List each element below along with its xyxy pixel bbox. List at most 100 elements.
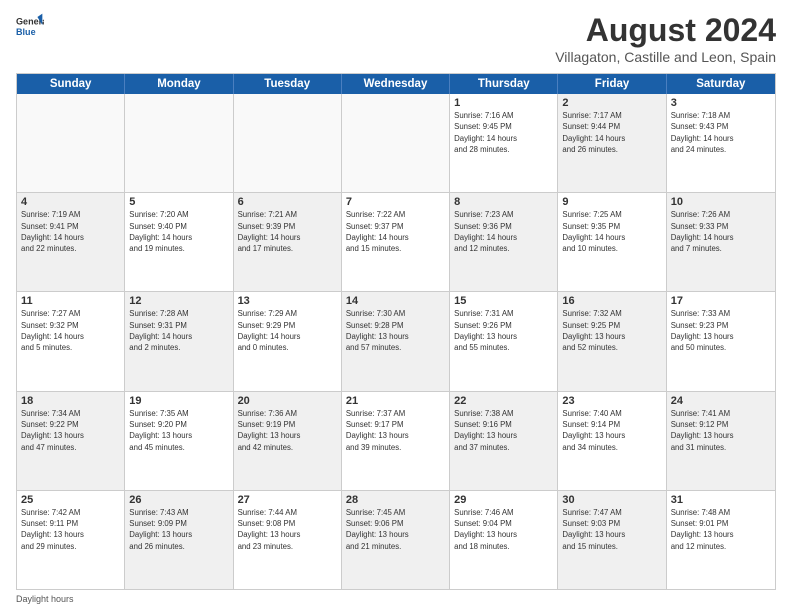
day-info: Sunrise: 7:26 AM Sunset: 9:33 PM Dayligh… bbox=[671, 209, 771, 254]
cal-cell: 17Sunrise: 7:33 AM Sunset: 9:23 PM Dayli… bbox=[667, 292, 775, 390]
day-number: 16 bbox=[562, 295, 661, 307]
day-number: 31 bbox=[671, 494, 771, 506]
header-day-wednesday: Wednesday bbox=[342, 74, 450, 94]
day-number: 15 bbox=[454, 295, 553, 307]
cal-cell: 29Sunrise: 7:46 AM Sunset: 9:04 PM Dayli… bbox=[450, 491, 558, 589]
day-info: Sunrise: 7:42 AM Sunset: 9:11 PM Dayligh… bbox=[21, 507, 120, 552]
cal-week-1: 1Sunrise: 7:16 AM Sunset: 9:45 PM Daylig… bbox=[17, 94, 775, 193]
day-number: 2 bbox=[562, 97, 661, 109]
day-info: Sunrise: 7:44 AM Sunset: 9:08 PM Dayligh… bbox=[238, 507, 337, 552]
cal-week-2: 4Sunrise: 7:19 AM Sunset: 9:41 PM Daylig… bbox=[17, 193, 775, 292]
cal-cell bbox=[342, 94, 450, 192]
day-number: 20 bbox=[238, 395, 337, 407]
footer: Daylight hours bbox=[16, 594, 776, 604]
main-title: August 2024 bbox=[555, 12, 776, 49]
day-info: Sunrise: 7:48 AM Sunset: 9:01 PM Dayligh… bbox=[671, 507, 771, 552]
day-number: 13 bbox=[238, 295, 337, 307]
calendar-header-row: SundayMondayTuesdayWednesdayThursdayFrid… bbox=[17, 74, 775, 94]
day-number: 25 bbox=[21, 494, 120, 506]
cal-cell: 8Sunrise: 7:23 AM Sunset: 9:36 PM Daylig… bbox=[450, 193, 558, 291]
cal-cell: 6Sunrise: 7:21 AM Sunset: 9:39 PM Daylig… bbox=[234, 193, 342, 291]
cal-cell: 7Sunrise: 7:22 AM Sunset: 9:37 PM Daylig… bbox=[342, 193, 450, 291]
day-number: 7 bbox=[346, 196, 445, 208]
cal-cell: 30Sunrise: 7:47 AM Sunset: 9:03 PM Dayli… bbox=[558, 491, 666, 589]
logo: GeneralBlue bbox=[16, 12, 44, 40]
day-info: Sunrise: 7:33 AM Sunset: 9:23 PM Dayligh… bbox=[671, 308, 771, 353]
day-info: Sunrise: 7:40 AM Sunset: 9:14 PM Dayligh… bbox=[562, 408, 661, 453]
cal-cell: 1Sunrise: 7:16 AM Sunset: 9:45 PM Daylig… bbox=[450, 94, 558, 192]
day-number: 9 bbox=[562, 196, 661, 208]
day-number: 19 bbox=[129, 395, 228, 407]
day-info: Sunrise: 7:45 AM Sunset: 9:06 PM Dayligh… bbox=[346, 507, 445, 552]
calendar-body: 1Sunrise: 7:16 AM Sunset: 9:45 PM Daylig… bbox=[17, 94, 775, 589]
cal-cell: 13Sunrise: 7:29 AM Sunset: 9:29 PM Dayli… bbox=[234, 292, 342, 390]
day-info: Sunrise: 7:31 AM Sunset: 9:26 PM Dayligh… bbox=[454, 308, 553, 353]
cal-cell: 22Sunrise: 7:38 AM Sunset: 9:16 PM Dayli… bbox=[450, 392, 558, 490]
day-info: Sunrise: 7:35 AM Sunset: 9:20 PM Dayligh… bbox=[129, 408, 228, 453]
cal-week-5: 25Sunrise: 7:42 AM Sunset: 9:11 PM Dayli… bbox=[17, 491, 775, 589]
cal-cell: 14Sunrise: 7:30 AM Sunset: 9:28 PM Dayli… bbox=[342, 292, 450, 390]
cal-cell: 25Sunrise: 7:42 AM Sunset: 9:11 PM Dayli… bbox=[17, 491, 125, 589]
day-info: Sunrise: 7:43 AM Sunset: 9:09 PM Dayligh… bbox=[129, 507, 228, 552]
day-info: Sunrise: 7:38 AM Sunset: 9:16 PM Dayligh… bbox=[454, 408, 553, 453]
day-number: 10 bbox=[671, 196, 771, 208]
day-info: Sunrise: 7:28 AM Sunset: 9:31 PM Dayligh… bbox=[129, 308, 228, 353]
day-number: 27 bbox=[238, 494, 337, 506]
cal-cell: 31Sunrise: 7:48 AM Sunset: 9:01 PM Dayli… bbox=[667, 491, 775, 589]
calendar: SundayMondayTuesdayWednesdayThursdayFrid… bbox=[16, 73, 776, 590]
day-info: Sunrise: 7:25 AM Sunset: 9:35 PM Dayligh… bbox=[562, 209, 661, 254]
cal-cell: 28Sunrise: 7:45 AM Sunset: 9:06 PM Dayli… bbox=[342, 491, 450, 589]
cal-cell: 11Sunrise: 7:27 AM Sunset: 9:32 PM Dayli… bbox=[17, 292, 125, 390]
day-number: 30 bbox=[562, 494, 661, 506]
header-day-thursday: Thursday bbox=[450, 74, 558, 94]
day-info: Sunrise: 7:19 AM Sunset: 9:41 PM Dayligh… bbox=[21, 209, 120, 254]
cal-cell bbox=[17, 94, 125, 192]
page: GeneralBlue August 2024 Villagaton, Cast… bbox=[0, 0, 792, 612]
day-number: 28 bbox=[346, 494, 445, 506]
day-info: Sunrise: 7:18 AM Sunset: 9:43 PM Dayligh… bbox=[671, 110, 771, 155]
day-info: Sunrise: 7:27 AM Sunset: 9:32 PM Dayligh… bbox=[21, 308, 120, 353]
day-number: 17 bbox=[671, 295, 771, 307]
day-info: Sunrise: 7:17 AM Sunset: 9:44 PM Dayligh… bbox=[562, 110, 661, 155]
day-info: Sunrise: 7:46 AM Sunset: 9:04 PM Dayligh… bbox=[454, 507, 553, 552]
cal-cell: 26Sunrise: 7:43 AM Sunset: 9:09 PM Dayli… bbox=[125, 491, 233, 589]
day-info: Sunrise: 7:32 AM Sunset: 9:25 PM Dayligh… bbox=[562, 308, 661, 353]
cal-cell: 5Sunrise: 7:20 AM Sunset: 9:40 PM Daylig… bbox=[125, 193, 233, 291]
day-number: 24 bbox=[671, 395, 771, 407]
day-info: Sunrise: 7:29 AM Sunset: 9:29 PM Dayligh… bbox=[238, 308, 337, 353]
logo-icon: GeneralBlue bbox=[16, 12, 44, 40]
day-info: Sunrise: 7:34 AM Sunset: 9:22 PM Dayligh… bbox=[21, 408, 120, 453]
day-info: Sunrise: 7:37 AM Sunset: 9:17 PM Dayligh… bbox=[346, 408, 445, 453]
day-number: 4 bbox=[21, 196, 120, 208]
day-number: 22 bbox=[454, 395, 553, 407]
header-day-tuesday: Tuesday bbox=[234, 74, 342, 94]
cal-week-3: 11Sunrise: 7:27 AM Sunset: 9:32 PM Dayli… bbox=[17, 292, 775, 391]
header-day-monday: Monday bbox=[125, 74, 233, 94]
day-info: Sunrise: 7:23 AM Sunset: 9:36 PM Dayligh… bbox=[454, 209, 553, 254]
cal-cell: 27Sunrise: 7:44 AM Sunset: 9:08 PM Dayli… bbox=[234, 491, 342, 589]
cal-cell: 2Sunrise: 7:17 AM Sunset: 9:44 PM Daylig… bbox=[558, 94, 666, 192]
cal-cell: 21Sunrise: 7:37 AM Sunset: 9:17 PM Dayli… bbox=[342, 392, 450, 490]
day-number: 23 bbox=[562, 395, 661, 407]
footer-label: Daylight hours bbox=[16, 594, 74, 604]
cal-cell: 15Sunrise: 7:31 AM Sunset: 9:26 PM Dayli… bbox=[450, 292, 558, 390]
cal-week-4: 18Sunrise: 7:34 AM Sunset: 9:22 PM Dayli… bbox=[17, 392, 775, 491]
cal-cell: 19Sunrise: 7:35 AM Sunset: 9:20 PM Dayli… bbox=[125, 392, 233, 490]
title-block: August 2024 Villagaton, Castille and Leo… bbox=[555, 12, 776, 65]
day-number: 12 bbox=[129, 295, 228, 307]
cal-cell: 9Sunrise: 7:25 AM Sunset: 9:35 PM Daylig… bbox=[558, 193, 666, 291]
day-number: 8 bbox=[454, 196, 553, 208]
cal-cell bbox=[125, 94, 233, 192]
day-info: Sunrise: 7:30 AM Sunset: 9:28 PM Dayligh… bbox=[346, 308, 445, 353]
day-number: 3 bbox=[671, 97, 771, 109]
cal-cell: 4Sunrise: 7:19 AM Sunset: 9:41 PM Daylig… bbox=[17, 193, 125, 291]
day-info: Sunrise: 7:41 AM Sunset: 9:12 PM Dayligh… bbox=[671, 408, 771, 453]
cal-cell bbox=[234, 94, 342, 192]
cal-cell: 10Sunrise: 7:26 AM Sunset: 9:33 PM Dayli… bbox=[667, 193, 775, 291]
day-info: Sunrise: 7:20 AM Sunset: 9:40 PM Dayligh… bbox=[129, 209, 228, 254]
cal-cell: 18Sunrise: 7:34 AM Sunset: 9:22 PM Dayli… bbox=[17, 392, 125, 490]
day-number: 1 bbox=[454, 97, 553, 109]
header: GeneralBlue August 2024 Villagaton, Cast… bbox=[16, 12, 776, 65]
header-day-friday: Friday bbox=[558, 74, 666, 94]
day-number: 29 bbox=[454, 494, 553, 506]
